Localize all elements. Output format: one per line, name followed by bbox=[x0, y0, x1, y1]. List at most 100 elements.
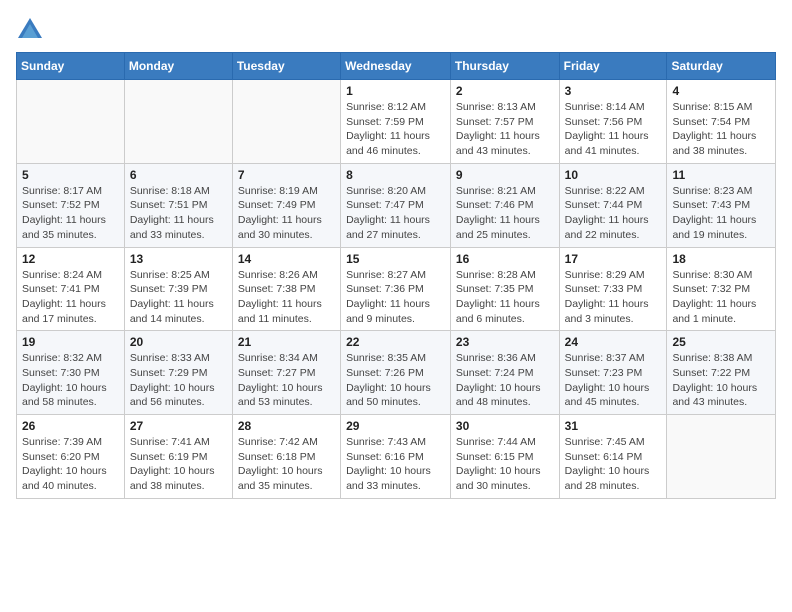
day-number: 5 bbox=[22, 168, 119, 182]
day-cell: 8Sunrise: 8:20 AM Sunset: 7:47 PM Daylig… bbox=[341, 163, 451, 247]
day-number: 18 bbox=[672, 252, 770, 266]
day-info: Sunrise: 8:37 AM Sunset: 7:23 PM Dayligh… bbox=[565, 351, 662, 410]
day-info: Sunrise: 8:20 AM Sunset: 7:47 PM Dayligh… bbox=[346, 184, 445, 243]
day-number: 30 bbox=[456, 419, 554, 433]
day-number: 3 bbox=[565, 84, 662, 98]
day-cell: 28 Sunrise: 7:42 AM Sunset: 6:18 PM Dayli… bbox=[232, 415, 340, 499]
day-info: Sunrise: 7:42 AM Sunset: 6:18 PM Dayligh… bbox=[238, 435, 335, 494]
day-info: Sunrise: 8:29 AM Sunset: 7:33 PM Dayligh… bbox=[565, 268, 662, 327]
week-row-2: 5 Sunrise: 8:17 AM Sunset: 7:52 PM Daylig… bbox=[17, 163, 776, 247]
header-wednesday: Wednesday bbox=[341, 53, 451, 80]
day-cell: 9Sunrise: 8:21 AM Sunset: 7:46 PM Daylig… bbox=[450, 163, 559, 247]
day-info: Sunrise: 8:38 AM Sunset: 7:22 PM Dayligh… bbox=[672, 351, 770, 410]
week-row-5: 26 Sunrise: 7:39 AM Sunset: 6:20 PM Dayli… bbox=[17, 415, 776, 499]
day-cell: 30 Sunrise: 7:44 AM Sunset: 6:15 PM Dayli… bbox=[450, 415, 559, 499]
day-cell bbox=[124, 80, 232, 164]
day-number: 10 bbox=[565, 168, 662, 182]
day-cell: 21 Sunrise: 8:34 AM Sunset: 7:27 PM Dayli… bbox=[232, 331, 340, 415]
day-info: Sunrise: 8:12 AM Sunset: 7:59 PM Dayligh… bbox=[346, 100, 445, 159]
day-info: Sunrise: 8:14 AM Sunset: 7:56 PM Dayligh… bbox=[565, 100, 662, 159]
day-info: Sunrise: 7:43 AM Sunset: 6:16 PM Dayligh… bbox=[346, 435, 445, 494]
day-cell: 2 Sunrise: 8:13 AM Sunset: 7:57 PM Daylig… bbox=[450, 80, 559, 164]
day-number: 1 bbox=[346, 84, 445, 98]
day-info: Sunrise: 7:44 AM Sunset: 6:15 PM Dayligh… bbox=[456, 435, 554, 494]
day-number: 12 bbox=[22, 252, 119, 266]
day-number: 31 bbox=[565, 419, 662, 433]
calendar-table: SundayMondayTuesdayWednesdayThursdayFrid… bbox=[16, 52, 776, 499]
day-cell: 15 Sunrise: 8:27 AM Sunset: 7:36 PM Dayli… bbox=[341, 247, 451, 331]
day-cell: 1 Sunrise: 8:12 AM Sunset: 7:59 PM Daylig… bbox=[341, 80, 451, 164]
day-cell bbox=[667, 415, 776, 499]
day-info: Sunrise: 7:45 AM Sunset: 6:14 PM Dayligh… bbox=[565, 435, 662, 494]
day-info: Sunrise: 8:24 AM Sunset: 7:41 PM Dayligh… bbox=[22, 268, 119, 327]
header-sunday: Sunday bbox=[17, 53, 125, 80]
day-cell: 10 Sunrise: 8:22 AM Sunset: 7:44 PM Dayli… bbox=[559, 163, 667, 247]
day-number: 21 bbox=[238, 335, 335, 349]
day-cell: 25 Sunrise: 8:38 AM Sunset: 7:22 PM Dayli… bbox=[667, 331, 776, 415]
day-number: 25 bbox=[672, 335, 770, 349]
day-number: 17 bbox=[565, 252, 662, 266]
week-row-1: 1 Sunrise: 8:12 AM Sunset: 7:59 PM Daylig… bbox=[17, 80, 776, 164]
day-info: Sunrise: 8:28 AM Sunset: 7:35 PM Dayligh… bbox=[456, 268, 554, 327]
calendar-header: SundayMondayTuesdayWednesdayThursdayFrid… bbox=[17, 53, 776, 80]
day-number: 26 bbox=[22, 419, 119, 433]
day-info: Sunrise: 8:32 AM Sunset: 7:30 PM Dayligh… bbox=[22, 351, 119, 410]
day-number: 29 bbox=[346, 419, 445, 433]
day-number: 22 bbox=[346, 335, 445, 349]
header-saturday: Saturday bbox=[667, 53, 776, 80]
day-info: Sunrise: 8:17 AM Sunset: 7:52 PM Dayligh… bbox=[22, 184, 119, 243]
day-number: 7 bbox=[238, 168, 335, 182]
day-cell: 19 Sunrise: 8:32 AM Sunset: 7:30 PM Dayli… bbox=[17, 331, 125, 415]
day-cell: 23 Sunrise: 8:36 AM Sunset: 7:24 PM Dayli… bbox=[450, 331, 559, 415]
day-number: 14 bbox=[238, 252, 335, 266]
day-cell: 16 Sunrise: 8:28 AM Sunset: 7:35 PM Dayli… bbox=[450, 247, 559, 331]
day-info: Sunrise: 8:36 AM Sunset: 7:24 PM Dayligh… bbox=[456, 351, 554, 410]
day-number: 11 bbox=[672, 168, 770, 182]
day-info: Sunrise: 7:39 AM Sunset: 6:20 PM Dayligh… bbox=[22, 435, 119, 494]
day-cell: 4Sunrise: 8:15 AM Sunset: 7:54 PM Daylig… bbox=[667, 80, 776, 164]
day-number: 16 bbox=[456, 252, 554, 266]
day-cell: 11 Sunrise: 8:23 AM Sunset: 7:43 PM Dayli… bbox=[667, 163, 776, 247]
day-info: Sunrise: 7:41 AM Sunset: 6:19 PM Dayligh… bbox=[130, 435, 227, 494]
day-info: Sunrise: 8:35 AM Sunset: 7:26 PM Dayligh… bbox=[346, 351, 445, 410]
day-number: 15 bbox=[346, 252, 445, 266]
day-cell: 5 Sunrise: 8:17 AM Sunset: 7:52 PM Daylig… bbox=[17, 163, 125, 247]
day-cell: 18Sunrise: 8:30 AM Sunset: 7:32 PM Dayli… bbox=[667, 247, 776, 331]
day-number: 2 bbox=[456, 84, 554, 98]
day-number: 4 bbox=[672, 84, 770, 98]
day-info: Sunrise: 8:22 AM Sunset: 7:44 PM Dayligh… bbox=[565, 184, 662, 243]
header-friday: Friday bbox=[559, 53, 667, 80]
day-cell: 7 Sunrise: 8:19 AM Sunset: 7:49 PM Daylig… bbox=[232, 163, 340, 247]
header-tuesday: Tuesday bbox=[232, 53, 340, 80]
day-number: 19 bbox=[22, 335, 119, 349]
day-cell: 20 Sunrise: 8:33 AM Sunset: 7:29 PM Dayli… bbox=[124, 331, 232, 415]
logo bbox=[16, 16, 48, 44]
day-number: 27 bbox=[130, 419, 227, 433]
day-info: Sunrise: 8:18 AM Sunset: 7:51 PM Dayligh… bbox=[130, 184, 227, 243]
day-number: 6 bbox=[130, 168, 227, 182]
day-cell: 6 Sunrise: 8:18 AM Sunset: 7:51 PM Daylig… bbox=[124, 163, 232, 247]
day-cell: 27 Sunrise: 7:41 AM Sunset: 6:19 PM Dayli… bbox=[124, 415, 232, 499]
header-row: SundayMondayTuesdayWednesdayThursdayFrid… bbox=[17, 53, 776, 80]
day-info: Sunrise: 8:33 AM Sunset: 7:29 PM Dayligh… bbox=[130, 351, 227, 410]
day-info: Sunrise: 8:23 AM Sunset: 7:43 PM Dayligh… bbox=[672, 184, 770, 243]
week-row-4: 19 Sunrise: 8:32 AM Sunset: 7:30 PM Dayli… bbox=[17, 331, 776, 415]
week-row-3: 12 Sunrise: 8:24 AM Sunset: 7:41 PM Dayli… bbox=[17, 247, 776, 331]
day-info: Sunrise: 8:13 AM Sunset: 7:57 PM Dayligh… bbox=[456, 100, 554, 159]
day-cell: 12 Sunrise: 8:24 AM Sunset: 7:41 PM Dayli… bbox=[17, 247, 125, 331]
day-info: Sunrise: 8:19 AM Sunset: 7:49 PM Dayligh… bbox=[238, 184, 335, 243]
day-cell: 14Sunrise: 8:26 AM Sunset: 7:38 PM Dayli… bbox=[232, 247, 340, 331]
day-cell: 22 Sunrise: 8:35 AM Sunset: 7:26 PM Dayli… bbox=[341, 331, 451, 415]
day-info: Sunrise: 8:25 AM Sunset: 7:39 PM Dayligh… bbox=[130, 268, 227, 327]
header-thursday: Thursday bbox=[450, 53, 559, 80]
day-info: Sunrise: 8:34 AM Sunset: 7:27 PM Dayligh… bbox=[238, 351, 335, 410]
logo-icon bbox=[16, 16, 44, 44]
day-number: 9 bbox=[456, 168, 554, 182]
day-info: Sunrise: 8:27 AM Sunset: 7:36 PM Dayligh… bbox=[346, 268, 445, 327]
day-number: 24 bbox=[565, 335, 662, 349]
day-cell: 17 Sunrise: 8:29 AM Sunset: 7:33 PM Dayli… bbox=[559, 247, 667, 331]
day-number: 23 bbox=[456, 335, 554, 349]
day-number: 20 bbox=[130, 335, 227, 349]
day-number: 28 bbox=[238, 419, 335, 433]
calendar-body: 1 Sunrise: 8:12 AM Sunset: 7:59 PM Daylig… bbox=[17, 80, 776, 499]
